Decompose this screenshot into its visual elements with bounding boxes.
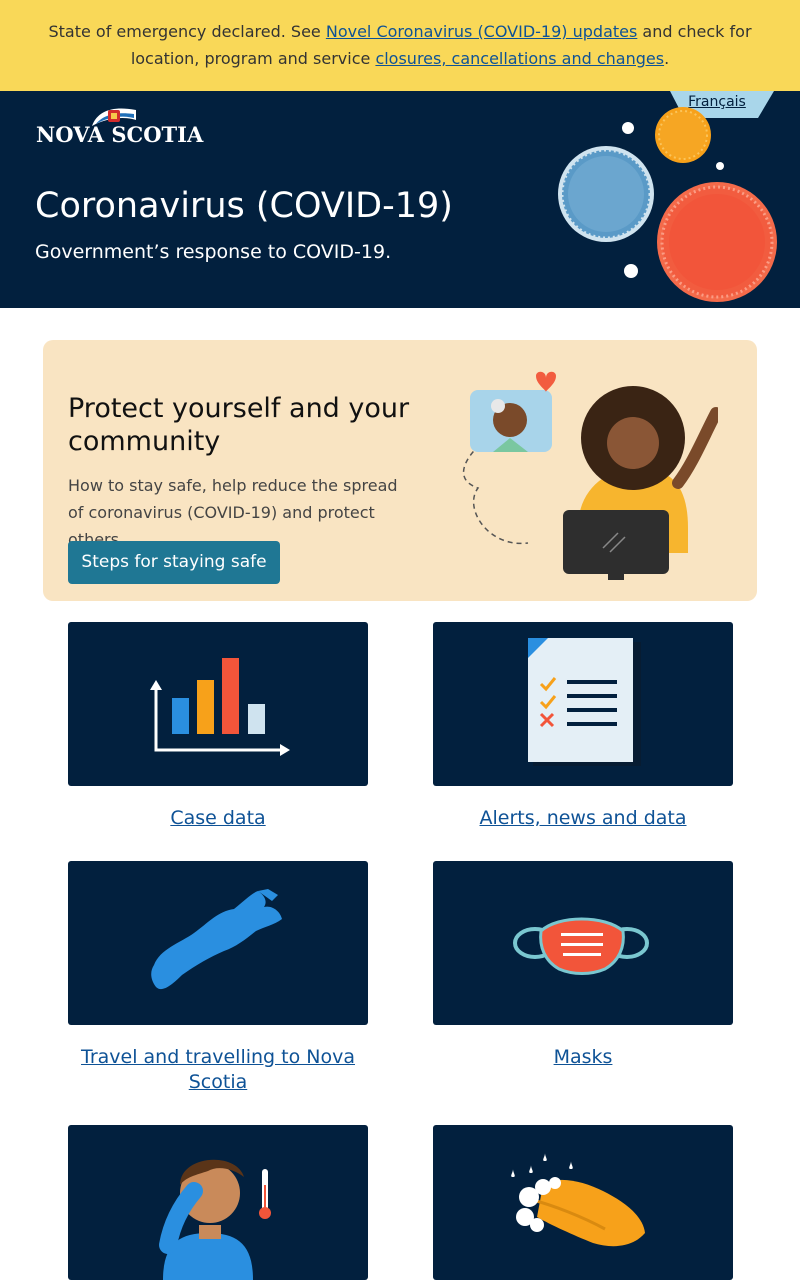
tile-symptoms[interactable] [68,1125,368,1280]
steps-for-staying-safe-button[interactable]: Steps for staying safe [68,541,280,584]
tile-case-data[interactable] [68,622,368,786]
tile-travel[interactable] [68,861,368,1025]
page-subtitle: Government’s response to COVID-19. [35,241,392,263]
travel-link[interactable]: Travel and travelling to Nova Scotia [68,1045,368,1095]
alerts-news-data-link[interactable]: Alerts, news and data [433,806,733,831]
page-title: Coronavirus (COVID-19) [35,186,453,226]
masks-link[interactable]: Masks [433,1045,733,1070]
video-call-illustration-icon [462,371,718,580]
tile-alerts-news-data[interactable] [433,622,733,786]
alert-text-before: State of emergency declared. See [48,22,326,41]
protect-yourself-card: Protect yourself and your community How … [43,340,757,601]
alert-text-after: . [664,49,670,68]
sick-person-icon [159,1159,271,1280]
emergency-alert-banner: State of emergency declared. See Novel C… [0,0,800,91]
bar-chart-icon [150,658,290,756]
protect-heading: Protect yourself and your community [68,393,410,457]
closures-link[interactable]: closures, cancellations and changes [375,49,664,68]
nova-scotia-map-icon [151,889,282,990]
page-header: Français NOVA SCOTIA Coronavirus (COVID-… [0,91,800,308]
tile-masks[interactable] [433,861,733,1025]
virus-illustration-icon [558,107,777,302]
nova-scotia-logo[interactable]: NOVA SCOTIA [36,104,203,148]
case-data-link[interactable]: Case data [68,806,368,831]
face-mask-icon [513,917,649,975]
checklist-document-icon [528,638,641,766]
handwashing-icon [511,1153,645,1247]
covid-updates-link[interactable]: Novel Coronavirus (COVID-19) updates [326,22,637,41]
tile-handwashing[interactable] [433,1125,733,1280]
logo-wordmark: NOVA SCOTIA [36,122,204,147]
